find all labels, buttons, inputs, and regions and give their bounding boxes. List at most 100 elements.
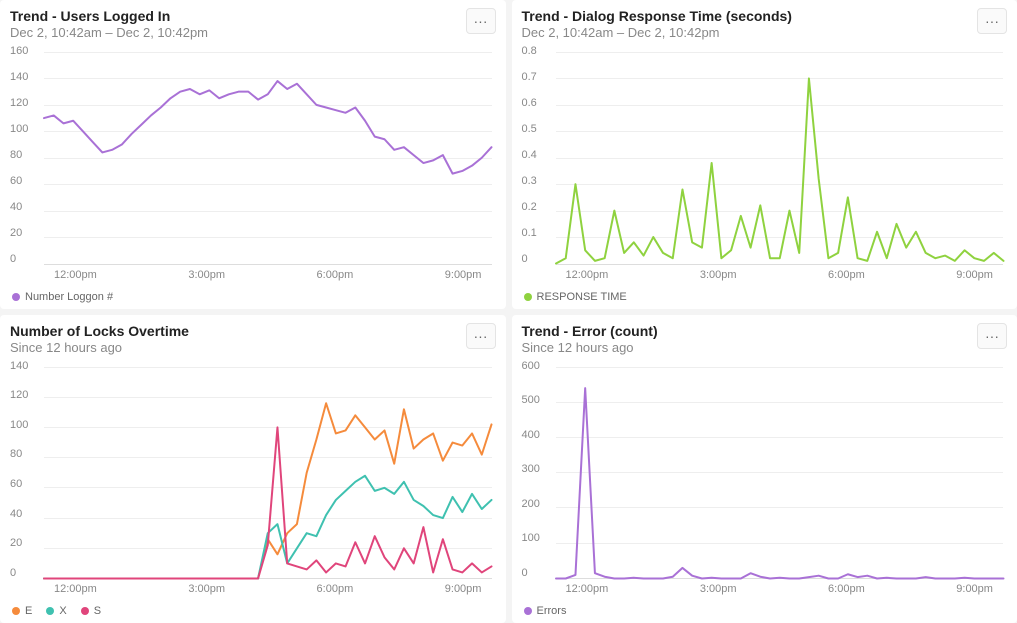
legend-dot-icon	[81, 607, 89, 615]
x-axis: 12:00pm3:00pm6:00pm9:00pm	[44, 267, 492, 287]
legend-item: X	[46, 605, 66, 617]
ellipsis-icon: ···	[985, 14, 999, 28]
y-tick: 0.7	[522, 72, 556, 83]
x-tick: 12:00pm	[54, 269, 97, 287]
legend-label: Errors	[537, 605, 567, 617]
panel-users: Trend - Users Logged InDec 2, 10:42am – …	[0, 0, 506, 309]
x-tick: 12:00pm	[566, 583, 609, 601]
y-tick: 0.4	[522, 150, 556, 161]
x-tick: 9:00pm	[445, 583, 482, 601]
panel-title: Trend - Error (count)	[522, 323, 658, 339]
panel-title: Trend - Users Logged In	[10, 8, 208, 24]
panel-subtitle: Since 12 hours ago	[522, 340, 658, 355]
y-tick: 40	[10, 202, 44, 213]
y-tick: 140	[10, 72, 44, 83]
legend-item: E	[12, 605, 32, 617]
panel-title: Number of Locks Overtime	[10, 323, 189, 339]
y-tick: 20	[10, 538, 44, 549]
chart-svg	[556, 52, 1004, 264]
x-axis: 12:00pm 3:00pm 6:00pm 9:00pm	[44, 581, 492, 601]
y-tick: 100	[522, 533, 556, 544]
ellipsis-icon: ···	[474, 14, 488, 28]
y-axis: 600 500 400 300 200 100 0	[522, 361, 556, 580]
x-tick: 6:00pm	[317, 583, 354, 601]
x-tick: 6:00pm	[828, 583, 865, 601]
x-tick: 9:00pm	[956, 269, 993, 287]
y-tick: 0	[10, 568, 44, 579]
legend-dot-icon	[46, 607, 54, 615]
y-tick: 200	[522, 499, 556, 510]
dashboard-grid: Trend - Users Logged InDec 2, 10:42am – …	[0, 0, 1017, 623]
plot	[556, 367, 1004, 580]
series-Number Loggon #	[44, 81, 492, 174]
legend-item: RESPONSE TIME	[524, 291, 627, 303]
x-tick: 9:00pm	[445, 269, 482, 287]
legend-item: S	[81, 605, 101, 617]
y-tick: 300	[522, 464, 556, 475]
panel-title: Trend - Dialog Response Time (seconds)	[522, 8, 792, 24]
y-tick: 100	[10, 420, 44, 431]
y-tick: 60	[10, 479, 44, 490]
y-tick: 100	[10, 124, 44, 135]
legend-label: RESPONSE TIME	[537, 291, 627, 303]
chart-svg	[44, 52, 492, 264]
legend: RESPONSE TIME	[522, 287, 1008, 303]
y-tick: 20	[10, 228, 44, 239]
legend: Number Loggon #	[10, 287, 496, 303]
x-tick: 12:00pm	[566, 269, 609, 287]
panel-menu-button[interactable]: ···	[466, 323, 496, 349]
legend: Errors	[522, 601, 1008, 617]
y-tick: 0.5	[522, 124, 556, 135]
plot	[44, 367, 492, 580]
legend-label: Number Loggon #	[25, 291, 113, 303]
x-axis: 12:00pm3:00pm6:00pm9:00pm	[556, 581, 1004, 601]
chart-area: 14012010080604020012:00pm3:00pm6:00pm9:0…	[10, 361, 496, 602]
x-tick: 3:00pm	[700, 583, 737, 601]
panel-subtitle: Dec 2, 10:42am – Dec 2, 10:42pm	[522, 25, 792, 40]
x-tick: 3:00pm	[188, 583, 225, 601]
y-tick: 600	[522, 361, 556, 372]
y-tick: 60	[10, 176, 44, 187]
panel-menu-button[interactable]: ···	[977, 323, 1007, 349]
legend-dot-icon	[12, 293, 20, 301]
y-tick: 0	[522, 254, 556, 265]
x-tick: 12:00pm	[54, 583, 97, 601]
y-tick: 0.6	[522, 98, 556, 109]
chart-area: 600500400300200100012:00pm3:00pm6:00pm9:…	[522, 361, 1008, 602]
chart-svg	[556, 367, 1004, 579]
legend-dot-icon	[524, 293, 532, 301]
panel-errors: Trend - Error (count)Since 12 hours ago ·…	[512, 315, 1017, 623]
legend-dot-icon	[12, 607, 20, 615]
y-axis: 160140120100806040200	[10, 46, 44, 265]
y-tick: 0.3	[522, 176, 556, 187]
panel-menu-button[interactable]: ···	[977, 8, 1007, 34]
chart-area: 0.80.70.60.50.40.30.20.1012:00pm3:00pm6:…	[522, 46, 1008, 287]
y-tick: 400	[522, 430, 556, 441]
y-tick: 0.1	[522, 228, 556, 239]
y-axis: 140120100806040200	[10, 361, 44, 580]
y-tick: 40	[10, 509, 44, 520]
y-tick: 500	[522, 395, 556, 406]
ellipsis-icon: ···	[985, 329, 999, 343]
y-tick: 0.8	[522, 46, 556, 57]
panel-response: Trend - Dialog Response Time (seconds)De…	[512, 0, 1017, 309]
series-S	[44, 427, 492, 578]
x-axis: 12:00pm3:00pm6:00pm9:00pm	[556, 267, 1004, 287]
series-Errors	[556, 388, 1004, 578]
y-tick: 160	[10, 46, 44, 57]
x-tick: 6:00pm	[828, 269, 865, 287]
chart-area: 16014012010080604020012:00pm3:00pm6:00pm…	[10, 46, 496, 287]
ellipsis-icon: ···	[474, 329, 488, 343]
series-RESPONSE TIME	[556, 78, 1004, 263]
panel-locks: Number of Locks OvertimeSince 12 hours a…	[0, 315, 506, 623]
plot	[556, 52, 1004, 265]
panel-subtitle: Dec 2, 10:42am – Dec 2, 10:42pm	[10, 25, 208, 40]
legend-label: E	[25, 605, 32, 617]
legend-dot-icon	[524, 607, 532, 615]
y-tick: 0.2	[522, 202, 556, 213]
panel-menu-button[interactable]: ···	[466, 8, 496, 34]
y-tick: 0	[522, 568, 556, 579]
legend-label: S	[94, 605, 101, 617]
legend: EXS	[10, 601, 496, 617]
legend-label: X	[59, 605, 66, 617]
